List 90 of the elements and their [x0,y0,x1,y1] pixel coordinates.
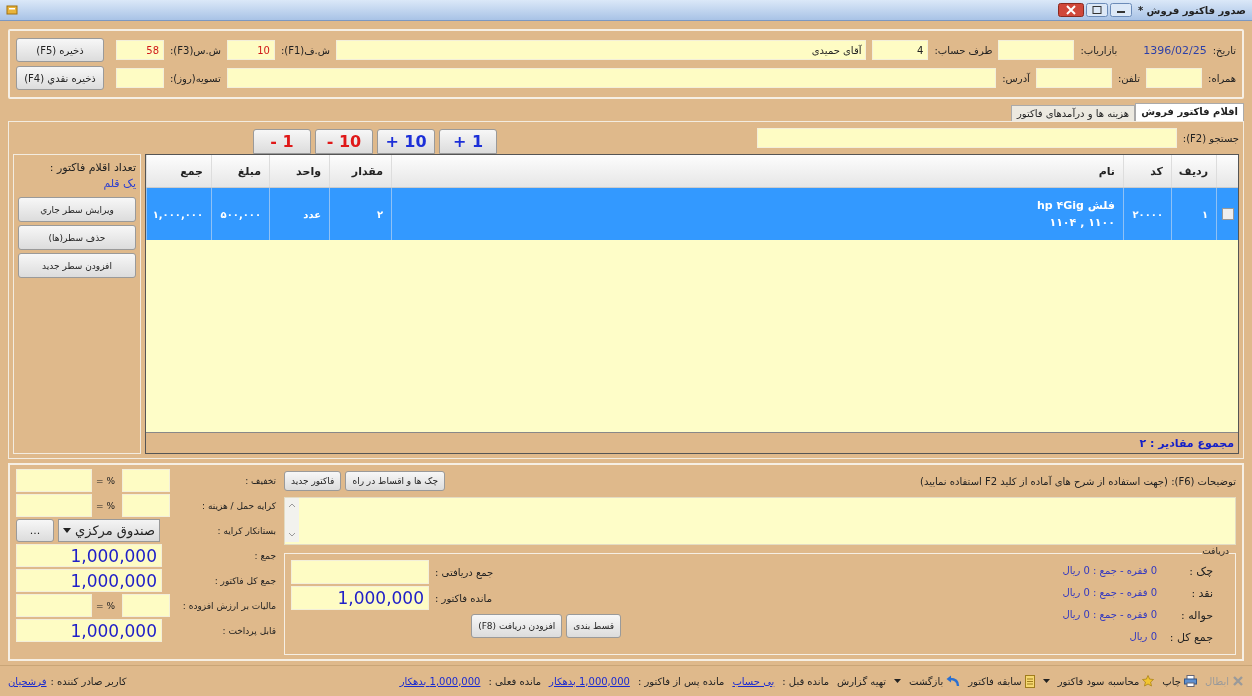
save-button[interactable]: ذخیره (F5) [16,38,104,62]
product-detail: ۱۱۰۰ , ۱۱۰۴ [1049,216,1115,229]
print-button[interactable]: چاپ [1162,675,1197,687]
column-header: نام [391,155,1123,187]
input-field[interactable]: 58 [116,40,164,60]
percent-sign: = % [96,500,116,511]
field-label: آدرس: [1002,72,1030,84]
field-label: کرایه حمل / هزینه : [201,500,276,511]
field-label: ش.س(F3): [170,44,221,56]
date-value: 1396/02/25 [1143,43,1207,57]
percent-sign: = % [96,600,116,611]
step-button[interactable]: - 10 [315,129,373,154]
column-header: جمع [146,155,211,187]
notes-button[interactable]: چک ها و اقساط در راه [345,471,445,491]
step-button[interactable]: - 1 [253,129,311,154]
field-label: طرف حساب: [934,44,993,56]
column-header: مبلغ [211,155,269,187]
table-cell: ۵۰۰,۰۰۰ [211,188,269,240]
step-button[interactable]: + 10 [377,129,435,154]
field-label: بازاریاب: [1080,44,1118,56]
cash-save-button[interactable]: ذخیره نقدي (F4) [16,66,104,90]
balance-link[interactable]: بی حساب [732,675,775,687]
account-dropdown[interactable]: صندوق مرکزي [58,519,160,542]
product-name: فلش hp ۴Gig [1037,199,1115,212]
receipt-label: چک : [1188,564,1213,578]
field-label: مالیات بر ارزش افزوده : [181,600,276,611]
table-cell: ۲ [329,188,391,240]
report-button[interactable]: تهیه گزارش [837,675,887,687]
input-field[interactable]: 1,000,000 [291,586,429,610]
item-count-value: یک قلم [102,177,136,190]
notes-label: توضیحات (F6): (جهت استفاده از شرح های آماده از کلید F2 استفاده نمایید) [920,475,1236,487]
step-button[interactable]: + 1 [439,129,497,154]
table-cell: عدد [269,188,329,240]
table-cell: ۱ [1171,188,1216,240]
user-label: کاربر صادر کننده : [50,675,127,687]
payment-button[interactable]: افزودن دریافت (F8) [471,614,563,638]
balance-link[interactable]: 1,000,000 بدهکار [549,675,630,687]
field-label: همراه: [1208,72,1236,84]
column-header: مقدار [329,155,391,187]
profit-button[interactable]: محاسبه سود فاکتور [1057,675,1155,687]
browse-button[interactable]: ... [16,519,54,542]
input-field[interactable]: 10 [226,40,275,60]
field-label: تاریخ: [1212,44,1236,56]
input-field[interactable]: آقای حمیدی [335,40,867,60]
amount-field[interactable]: 1,000,000 [16,619,162,642]
user-link[interactable]: فرشچیان [8,675,47,687]
field-label: جمع کل فاکتور : [213,575,276,586]
receipt-label: حواله : [1180,608,1213,622]
tab[interactable]: هزینه ها و درآمدهای فاکتور [1010,105,1136,121]
field-label: مانده فاکتور : [435,592,492,604]
history-button[interactable]: سابقه فاکتور [968,674,1035,688]
item-count-label: تعداد اقلام فاکتور : [48,161,136,174]
payment-button[interactable]: قسط بندی [566,614,621,638]
balance-label: مانده فعلی : [488,675,542,687]
balance-label: مانده پس از فاکتور : [637,675,725,687]
row-action-button[interactable]: حذف سطر(ها) [18,225,136,250]
table-cell: ۲۰۰۰۰ [1123,188,1171,240]
receipt-value: 0 فقره - جمع : 0 ریال [1062,608,1157,622]
column-header: کد [1123,155,1171,187]
column-header: ردیف [1171,155,1216,187]
receipt-value: 0 فقره - جمع : 0 ریال [1062,564,1157,578]
window-title: صدور فاکتور فروش * [1137,4,1246,16]
input-field[interactable]: 4 [872,40,929,60]
field-label: تسویه(روز): [170,72,221,84]
amount-field[interactable]: 1,000,000 [16,544,162,567]
receipt-value: 0 فقره - جمع : 0 ریال [1062,586,1157,600]
column-header: واحد [269,155,329,187]
row-action-button[interactable]: افزودن سطر جدید [18,253,136,278]
field-label: تخفیف : [244,475,276,486]
group-title: دریافت [1202,546,1229,556]
search-label: جستجو (F2): [1182,132,1239,144]
balance-link[interactable]: 1,000,000 بدهکار [399,675,481,687]
amount-field[interactable]: 1,000,000 [16,569,162,592]
field-label: ش.ف(F1): [280,44,330,56]
percent-sign: = % [96,475,116,486]
quantity-sum: مجموع مقادیر : ۲ [1139,436,1234,450]
field-label: قابل پرداخت : [221,625,276,636]
row-action-button[interactable]: ویرایش سطر جاري [18,197,136,222]
balance-label: مانده قبل : [782,675,830,687]
notes-button[interactable]: فاکتور جدید [284,471,342,491]
table-cell: ۱,۰۰۰,۰۰۰ [146,188,211,240]
tab[interactable]: اقلام فاکتور فروش [1135,103,1244,121]
field-label: جمع دریافتی : [435,566,494,578]
field-label: بستانکار کرایه : [216,525,276,536]
receipt-label: نقد : [1190,586,1213,600]
receipt-value: 0 ریال [1129,630,1157,644]
back-button[interactable]: بازگشت [909,675,961,687]
receipt-label: جمع کل : [1168,630,1213,644]
field-label: جمع : [253,550,276,561]
field-label: تلفن: [1117,72,1141,84]
